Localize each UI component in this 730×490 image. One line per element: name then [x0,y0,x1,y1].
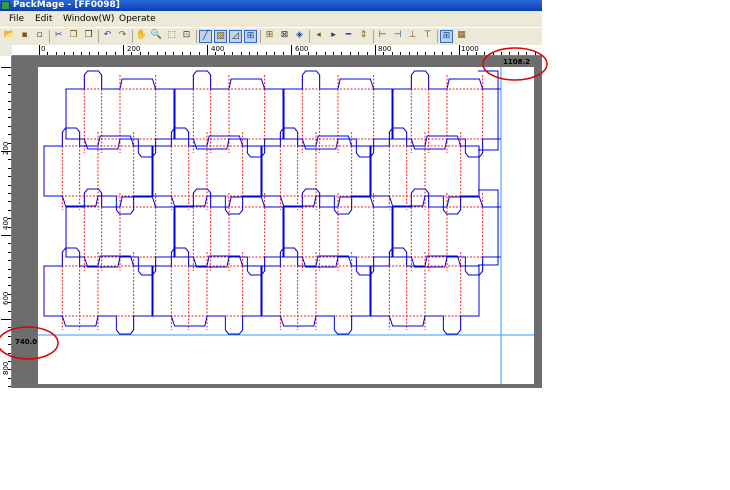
box-layout-drawing [0,47,548,384]
height-readout: 740.0 [15,338,38,346]
width-readout: 1108.2 [503,58,531,66]
